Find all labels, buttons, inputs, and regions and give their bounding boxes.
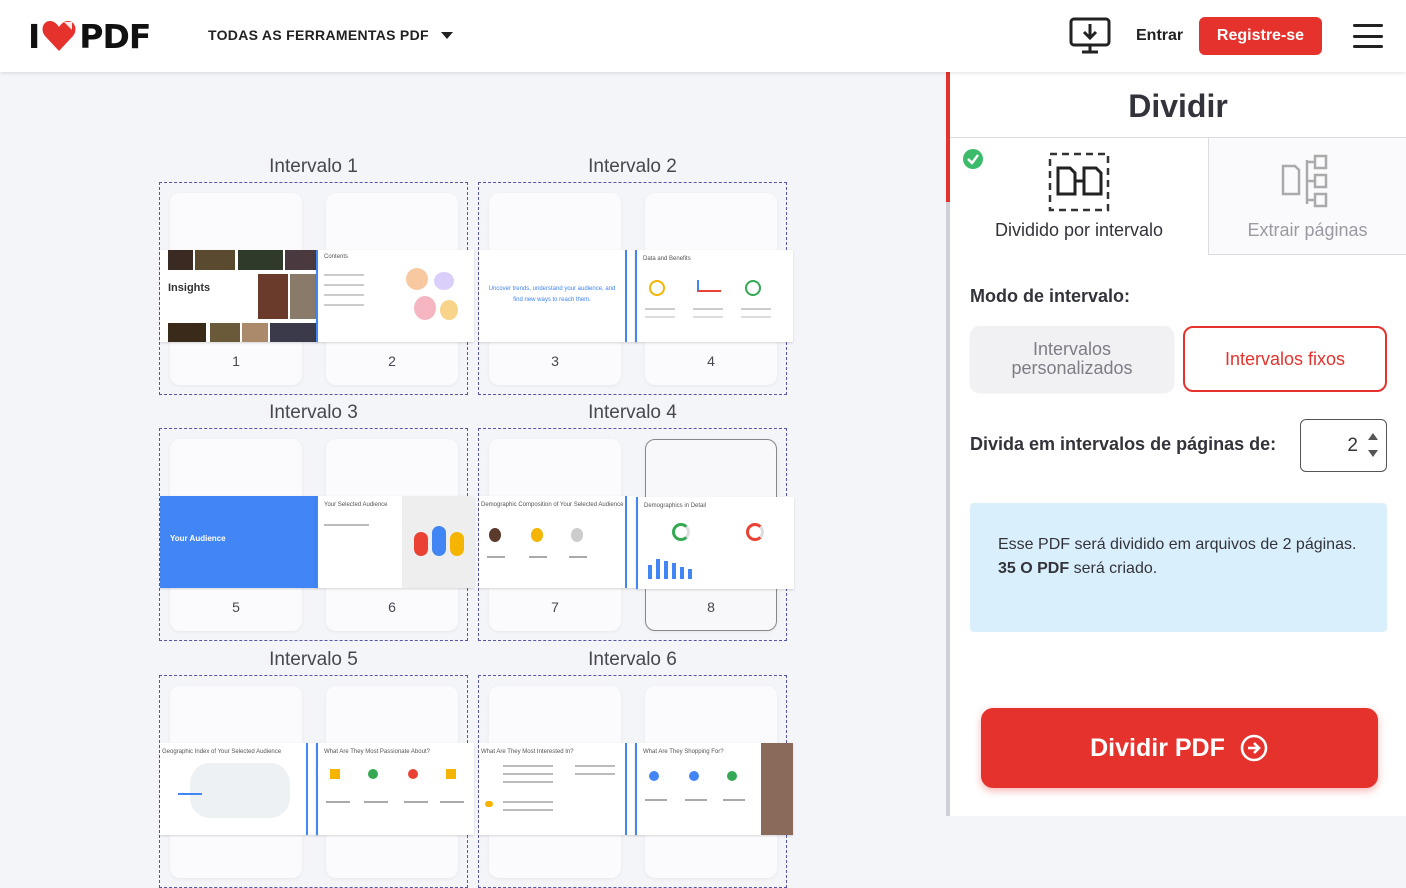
- slide-title: Contents: [324, 254, 349, 260]
- mode-tabs: Dividido por intervalo Extrair páginas: [950, 137, 1406, 255]
- arrow-right-circle-icon: [1240, 734, 1268, 762]
- split-info-box: Esse PDF será dividido em arquivos de 2 …: [970, 503, 1387, 632]
- info-text-end: será criado.: [1069, 559, 1158, 577]
- range-title: Intervalo 5: [269, 649, 358, 670]
- stepper-up-icon[interactable]: [1368, 433, 1378, 440]
- range-box[interactable]: Your Audience Your Selected Audience 5 6: [159, 428, 474, 641]
- sidebar-title: Dividir: [1128, 88, 1228, 124]
- slide-title: Your Selected Audience: [324, 502, 388, 508]
- range-box[interactable]: Demographic Composition of Your Selected…: [478, 428, 794, 641]
- slide-title: Geographic Index of Your Selected Audien…: [162, 749, 282, 755]
- slide-preview: Uncover trends, understand your audience…: [479, 250, 637, 342]
- split-every-label: Divida em intervalos de páginas de:: [970, 434, 1277, 454]
- all-tools-dropdown[interactable]: TODAS AS FERRAMENTAS PDF: [208, 27, 453, 43]
- ilovepdf-logo[interactable]: I PDF: [28, 16, 151, 56]
- slide-text: Uncover trends, understand your audience…: [488, 286, 616, 303]
- split-options-sidebar: Dividir Dividido por intervalo Extrair p…: [946, 72, 1406, 816]
- slide-preview: What Are They Most Interested In?: [479, 743, 637, 835]
- all-tools-label: TODAS AS FERRAMENTAS PDF: [208, 27, 429, 43]
- logo-pdf: PDF: [79, 16, 151, 56]
- slide-title: Your Audience: [170, 534, 226, 543]
- top-header: I PDF TODAS AS FERRAMENTAS PDF Entrar Re…: [0, 0, 1406, 72]
- slide-preview: What Are They Most Passionate About?: [316, 743, 474, 835]
- range-title: Intervalo 3: [269, 402, 358, 423]
- slide-preview: Contents: [316, 250, 474, 342]
- split-pdf-label: Dividir PDF: [1090, 733, 1225, 762]
- page-number: 4: [707, 353, 715, 369]
- caret-down-icon: [440, 31, 453, 39]
- slide-title: What Are They Most Passionate About?: [324, 749, 430, 755]
- range-title: Intervalo 4: [588, 402, 677, 423]
- slide-preview: What Are They Shopping For?: [635, 743, 793, 835]
- tab-extract-pages-label: Extrair páginas: [1247, 220, 1368, 240]
- slide-title: What Are They Shopping For?: [643, 749, 724, 755]
- slide-preview: Your Audience: [160, 496, 318, 588]
- login-link[interactable]: Entrar: [1136, 27, 1183, 45]
- slide-title: Data and Benefits: [643, 256, 691, 262]
- tab-split-by-range-label: Dividido por intervalo: [994, 220, 1164, 240]
- tab-split-by-range[interactable]: Dividido por intervalo: [950, 138, 1208, 255]
- page-number: 1: [232, 353, 240, 369]
- slide-preview: Demographic Composition of Your Selected…: [479, 496, 637, 588]
- slide-title: What Are They Most Interested In?: [481, 749, 574, 755]
- slide-preview: Insights: [160, 250, 318, 342]
- fixed-ranges-button[interactable]: Intervalos fixos: [1183, 326, 1387, 392]
- page-thumbnail[interactable]: What Are They Most Passionate About?: [316, 686, 474, 878]
- page-number: 5: [232, 599, 240, 615]
- page-number: 3: [551, 353, 559, 369]
- slide-preview: Demographics in Detail: [636, 497, 794, 589]
- range-title: Intervalo 1: [269, 156, 358, 177]
- tab-extract-pages[interactable]: Extrair páginas: [1208, 138, 1406, 255]
- stepper-down-icon[interactable]: [1368, 450, 1378, 457]
- range-box[interactable]: Geographic Index of Your Selected Audien…: [159, 675, 474, 888]
- range-box[interactable]: Insights Contents 1 2: [159, 182, 474, 395]
- custom-ranges-button[interactable]: Intervalos personalizados: [970, 326, 1174, 392]
- slide-preview: Your Selected Audience: [316, 496, 474, 588]
- extract-pages-icon: [1281, 154, 1327, 208]
- range-title: Intervalo 6: [588, 649, 677, 670]
- heart-icon: [42, 21, 76, 51]
- range-title: Intervalo 2: [588, 156, 677, 177]
- range-mode-label: Modo de intervalo:: [970, 286, 1131, 306]
- slide-title: Insights: [168, 282, 211, 294]
- stepper-value: 2: [1347, 435, 1358, 456]
- range-box[interactable]: What Are They Most Interested In? What A…: [478, 675, 793, 888]
- split-pdf-button[interactable]: Dividir PDF: [981, 708, 1378, 788]
- page-thumbnail[interactable]: What Are They Shopping For?: [635, 686, 793, 878]
- page-number: 8: [707, 599, 715, 615]
- slide-title: Demographics in Detail: [644, 503, 707, 509]
- page-number: 6: [388, 599, 396, 615]
- page-number: 2: [388, 353, 396, 369]
- slide-title: Demographic Composition of Your Selected…: [481, 502, 624, 508]
- desktop-download-icon[interactable]: [1068, 16, 1112, 56]
- logo-i: I: [28, 16, 40, 56]
- split-range-icon: [1048, 152, 1110, 212]
- menu-icon[interactable]: [1353, 24, 1383, 48]
- signup-button[interactable]: Registre-se: [1199, 17, 1322, 55]
- check-icon: [963, 149, 983, 169]
- page-thumbnail[interactable]: Geographic Index of Your Selected Audien…: [160, 686, 318, 878]
- page-thumbnail[interactable]: What Are They Most Interested In?: [479, 686, 637, 878]
- pages-workspace: Intervalo 1 Insights Contents 1 2 Interv…: [0, 72, 946, 888]
- pages-per-range-stepper[interactable]: 2: [1300, 419, 1387, 472]
- page-number: 7: [551, 599, 559, 615]
- slide-preview: Geographic Index of Your Selected Audien…: [160, 743, 318, 835]
- info-text: Esse PDF será dividido em arquivos de 2 …: [998, 536, 1357, 553]
- slide-preview: Data and Benefits: [635, 250, 793, 342]
- info-count: 35 O PDF: [998, 559, 1070, 577]
- range-box[interactable]: Uncover trends, understand your audience…: [478, 182, 793, 395]
